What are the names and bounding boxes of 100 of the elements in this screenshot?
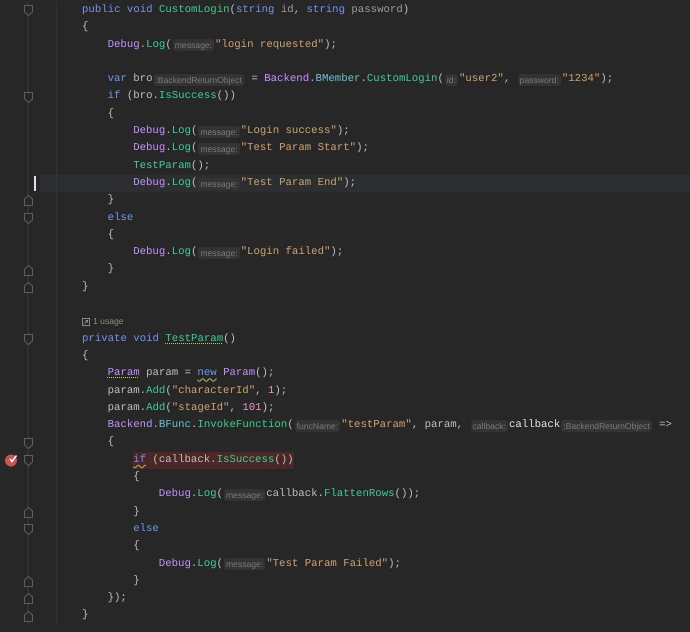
code-text: } bbox=[133, 504, 140, 520]
string-literal: "user2" bbox=[458, 72, 504, 88]
method-name: Log bbox=[172, 124, 191, 140]
code-text: } bbox=[108, 193, 114, 208]
code-text: param = bbox=[145, 366, 192, 382]
method-name: IsSuccess bbox=[216, 452, 274, 468]
method-name: TestParam bbox=[165, 332, 224, 347]
code-text: ( bbox=[165, 38, 172, 53]
code-text: () bbox=[223, 332, 236, 347]
unfold-marker-icon[interactable] bbox=[24, 593, 32, 604]
code-text: ( bbox=[165, 384, 172, 399]
code-text: . bbox=[360, 72, 367, 88]
code-text: ( bbox=[165, 400, 172, 416]
string-literal: "Login failed" bbox=[240, 245, 330, 260]
method-name: Log bbox=[197, 487, 217, 502]
fold-marker-icon[interactable] bbox=[24, 524, 32, 536]
parameter-hint: message: bbox=[198, 246, 240, 259]
method-name: CustomLogin bbox=[158, 3, 230, 18]
parameter-hint: :BackendReturnObject bbox=[561, 420, 652, 432]
keyword: if bbox=[133, 452, 146, 468]
method-name: CustomLogin bbox=[366, 72, 438, 88]
method-name: Add bbox=[146, 400, 166, 416]
code-text: { bbox=[82, 348, 88, 364]
parameter-name: id bbox=[280, 3, 294, 18]
code-text: (bro. bbox=[126, 89, 159, 104]
type-name: Debug bbox=[133, 245, 166, 260]
code-text: , bbox=[255, 384, 263, 399]
code-text: ()) bbox=[216, 89, 236, 104]
code-text: => bbox=[658, 418, 672, 434]
code-text: } bbox=[82, 608, 88, 624]
usages-link[interactable]: 1 usage bbox=[93, 313, 124, 331]
code-text: param. bbox=[108, 384, 146, 399]
type-name: Param bbox=[222, 366, 256, 382]
parameter-hint: callback: bbox=[470, 420, 508, 432]
code-text: } bbox=[82, 280, 88, 295]
code-text: (callback. bbox=[151, 452, 217, 468]
keyword: else bbox=[133, 522, 159, 537]
string-literal: "characterId" bbox=[172, 384, 256, 399]
code-text: } bbox=[108, 262, 114, 278]
code-text: . bbox=[191, 418, 198, 434]
string-literal: "Login success" bbox=[240, 124, 337, 140]
code-text: . bbox=[165, 124, 172, 140]
code-text: = bbox=[250, 72, 259, 88]
code-text: ( bbox=[190, 245, 198, 260]
unfold-marker-icon[interactable] bbox=[24, 506, 32, 518]
parameter-hint: message: bbox=[198, 178, 240, 190]
method-name: Log bbox=[172, 141, 191, 156]
code-text: . bbox=[165, 141, 172, 156]
code-text: , bbox=[504, 72, 512, 88]
parameter-hint: id: bbox=[444, 74, 458, 86]
type-name: Debug bbox=[133, 176, 166, 191]
code-text: { bbox=[133, 470, 140, 486]
fold-marker-icon[interactable] bbox=[24, 438, 32, 449]
code-text: { bbox=[108, 228, 114, 243]
code-text: ); bbox=[388, 556, 401, 572]
unfold-marker-icon[interactable] bbox=[24, 195, 32, 206]
fold-marker-icon[interactable] bbox=[24, 5, 32, 16]
code-text: ); bbox=[274, 384, 288, 399]
code-text: } bbox=[133, 574, 140, 589]
string-literal: "Test Param End" bbox=[240, 176, 344, 191]
usages-icon[interactable] bbox=[82, 318, 90, 326]
code-text: , bbox=[294, 3, 302, 18]
unfold-marker-icon[interactable] bbox=[24, 610, 32, 622]
code-text: (); bbox=[255, 366, 274, 382]
string-literal: "testParam" bbox=[341, 418, 412, 434]
code-text: param. bbox=[108, 400, 146, 416]
keyword: string bbox=[306, 3, 346, 18]
parameter-hint: message: bbox=[198, 143, 240, 156]
number-literal: 1 bbox=[268, 384, 274, 399]
code-text: bro bbox=[132, 72, 152, 88]
keyword: var bbox=[108, 72, 127, 88]
unfold-marker-icon[interactable] bbox=[24, 264, 32, 276]
fold-marker-icon[interactable] bbox=[24, 212, 32, 224]
code-text: ) bbox=[402, 3, 410, 18]
code-text: ( bbox=[437, 72, 444, 88]
fold-marker-icon[interactable] bbox=[24, 334, 32, 345]
code-text: { bbox=[82, 20, 88, 36]
string-literal: "Test Param Failed" bbox=[266, 556, 388, 572]
code-text: ( bbox=[216, 556, 223, 572]
method-name: InvokeFunction bbox=[197, 418, 288, 434]
breakpoint-icon[interactable] bbox=[4, 453, 18, 468]
code-text: , bbox=[229, 400, 237, 416]
type-name: Backend bbox=[108, 418, 152, 434]
member-name: BFunc bbox=[158, 418, 191, 434]
parameter-hint: message: bbox=[198, 126, 240, 138]
code-text: ); bbox=[324, 38, 337, 53]
fold-marker-icon[interactable] bbox=[24, 454, 32, 466]
code-text: ); bbox=[336, 124, 350, 140]
lambda-parameter: callback bbox=[508, 418, 560, 434]
parameter-hint: message: bbox=[224, 488, 266, 501]
code-text: { bbox=[108, 106, 114, 122]
method-name: IsSuccess bbox=[158, 89, 217, 104]
code-text: callback. bbox=[266, 487, 324, 502]
unfold-marker-icon[interactable] bbox=[24, 282, 32, 293]
parameter-hint: password: bbox=[518, 74, 561, 86]
code-text: . bbox=[190, 487, 198, 502]
unfold-marker-icon[interactable] bbox=[24, 576, 32, 587]
code-text: ( bbox=[287, 418, 294, 434]
fold-marker-icon[interactable] bbox=[24, 92, 32, 103]
method-name: FlattenRows bbox=[324, 487, 395, 502]
